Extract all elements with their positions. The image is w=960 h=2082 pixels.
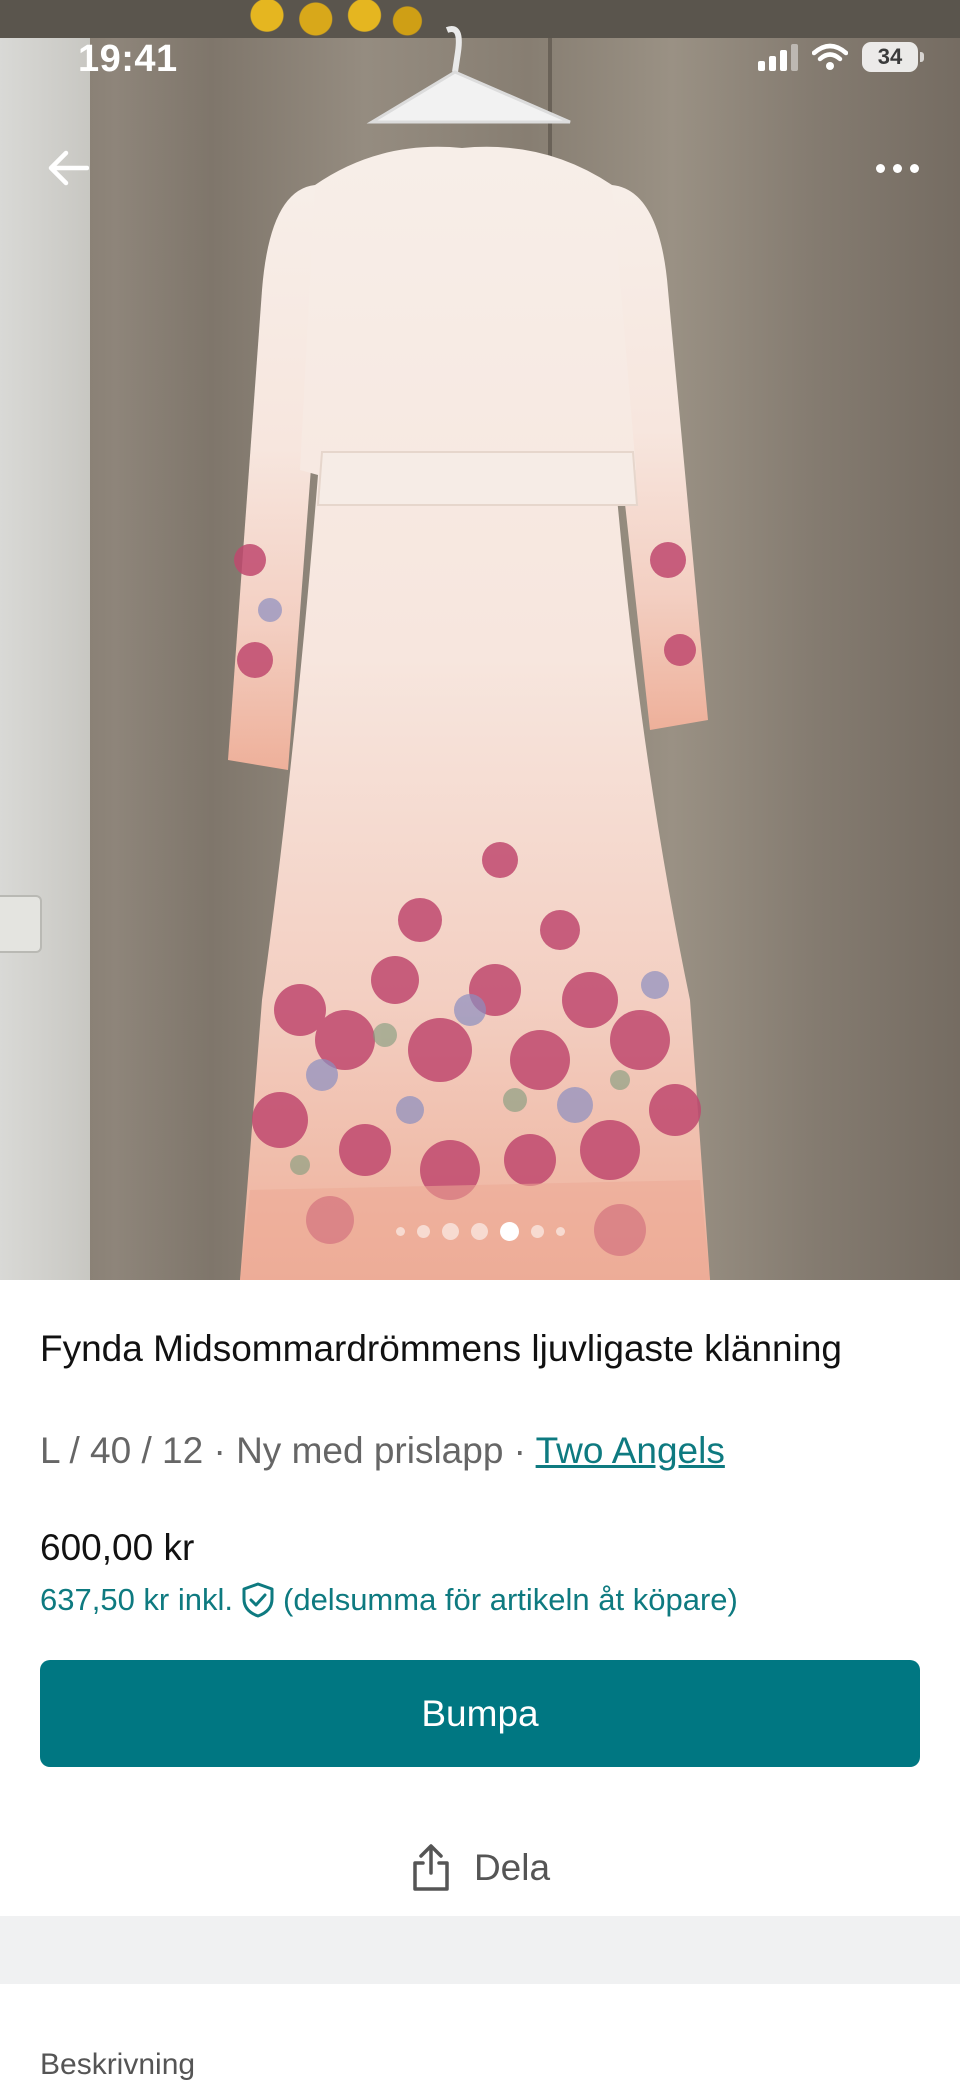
gallery-dot-7[interactable] xyxy=(555,1227,565,1236)
arrow-left-icon xyxy=(48,150,89,186)
bump-button[interactable]: Bumpa xyxy=(40,1660,920,1767)
battery-level: 34 xyxy=(877,44,903,69)
price-incl-note: (delsumma för artikeln åt köpare) xyxy=(283,1582,738,1617)
more-horizontal-icon xyxy=(875,163,919,173)
gallery-dot-3[interactable] xyxy=(441,1223,459,1240)
price-including-protection[interactable]: 637,50 kr inkl. (delsumma för artikeln å… xyxy=(40,1582,738,1618)
wifi-icon xyxy=(812,43,848,70)
shield-check-icon xyxy=(242,1582,274,1618)
share-icon xyxy=(413,1844,449,1891)
gallery-dot-2[interactable] xyxy=(416,1225,430,1238)
share-label: Dela xyxy=(473,1847,551,1888)
more-options-button[interactable] xyxy=(864,140,930,196)
gallery-pagination[interactable] xyxy=(0,1222,960,1241)
gallery-dot-1[interactable] xyxy=(395,1227,405,1236)
battery-icon: 34 xyxy=(862,42,924,72)
item-meta: L / 40 / 12 · Ny med prislapp · Two Ange… xyxy=(40,1430,725,1472)
gallery-dot-4[interactable] xyxy=(470,1223,488,1240)
item-price: 600,00 kr xyxy=(40,1527,195,1568)
status-time: 19:41 xyxy=(78,38,178,80)
item-photo[interactable] xyxy=(0,0,960,1280)
cellular-signal-icon xyxy=(758,43,798,71)
description-heading: Beskrivning xyxy=(40,2048,196,2081)
gallery-dot-6[interactable] xyxy=(530,1225,544,1238)
dress-illustration xyxy=(228,26,710,1280)
share-button[interactable]: Dela xyxy=(40,1833,920,1903)
item-title: Fynda Midsommardrömmens ljuvligaste klän… xyxy=(40,1328,842,1369)
price-incl-amount: 637,50 kr inkl. xyxy=(40,1582,233,1617)
back-button[interactable] xyxy=(40,140,96,196)
brand-link[interactable]: Two Angels xyxy=(536,1430,725,1471)
item-size-condition: L / 40 / 12 · Ny med prislapp · xyxy=(40,1430,536,1471)
status-bar: 19:41 34 xyxy=(0,0,960,120)
gallery-dot-5[interactable] xyxy=(499,1222,519,1241)
section-divider xyxy=(0,1916,960,1984)
